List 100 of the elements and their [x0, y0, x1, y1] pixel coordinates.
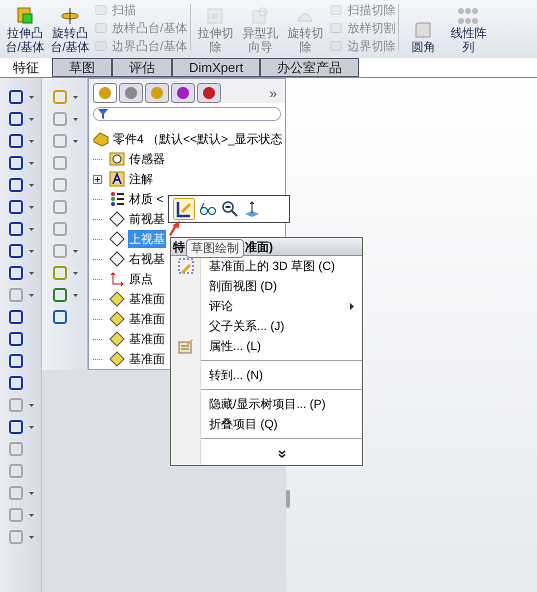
- menu-item[interactable]: 剖面视图 (D): [201, 276, 362, 296]
- dropdown-caret-icon[interactable]: [29, 536, 34, 538]
- expand-more-icon[interactable]: [278, 450, 286, 458]
- feature-icon: [94, 39, 108, 53]
- menu-item[interactable]: 父子关系... (J): [201, 316, 362, 336]
- tree-item[interactable]: 基准面: [128, 290, 166, 308]
- dropdown-caret-icon[interactable]: [29, 228, 34, 230]
- panel-splitter-handle[interactable]: [286, 490, 290, 508]
- tool-icon[interactable]: [7, 352, 25, 370]
- panel-tab-icon[interactable]: [145, 83, 169, 103]
- tree-item[interactable]: 基准面: [128, 350, 166, 368]
- menu-item[interactable]: 折叠项目 (Q): [201, 414, 362, 434]
- dropdown-caret-icon[interactable]: [29, 96, 34, 98]
- tree-item[interactable]: 基准面: [128, 330, 166, 348]
- feature-icon: [329, 3, 344, 17]
- dropdown-caret-icon[interactable]: [29, 514, 34, 516]
- dropdown-caret-icon[interactable]: [73, 294, 78, 296]
- dropdown-caret-icon[interactable]: [29, 492, 34, 494]
- panel-tab-icon[interactable]: [119, 83, 143, 103]
- dropdown-caret-icon[interactable]: [29, 140, 34, 142]
- dropdown-caret-icon[interactable]: [73, 140, 78, 142]
- dropdown-caret-icon[interactable]: [29, 272, 34, 274]
- fillet-icon: [413, 20, 434, 40]
- tree-item[interactable]: 传感器: [128, 150, 166, 168]
- menu-item[interactable]: 转到... (N): [201, 365, 362, 385]
- dropdown-caret-icon[interactable]: [73, 250, 78, 252]
- tree-item[interactable]: 前视基: [128, 210, 166, 228]
- tree-root-label[interactable]: 零件4 （默认<<默认>_显示状态: [113, 130, 283, 148]
- filter-field[interactable]: [93, 107, 281, 121]
- panel-tab-icon[interactable]: [93, 83, 117, 103]
- plane-icon: [109, 211, 125, 227]
- tool-icon[interactable]: [51, 308, 69, 326]
- ribbon-button[interactable]: 圆角: [402, 20, 444, 54]
- dropdown-caret-icon[interactable]: [29, 162, 34, 164]
- tool-icon[interactable]: [7, 110, 25, 128]
- ref-plane-icon: [109, 331, 125, 347]
- dropdown-caret-icon[interactable]: [29, 404, 34, 406]
- tool-icon[interactable]: [7, 198, 25, 216]
- dropdown-caret-icon[interactable]: [29, 250, 34, 252]
- dropdown-caret-icon[interactable]: [73, 118, 78, 120]
- ribbon-tab[interactable]: DimXpert: [172, 58, 260, 77]
- dropdown-caret-icon[interactable]: [73, 96, 78, 98]
- ribbon-button[interactable]: 拉伸凸台/基体: [4, 6, 46, 54]
- menu-item[interactable]: 隐藏/显示树项目... (P): [201, 394, 362, 414]
- tool-icon[interactable]: [7, 242, 25, 260]
- material-icon: [109, 191, 125, 207]
- tool-icon[interactable]: [7, 88, 25, 106]
- glasses-icon[interactable]: [199, 200, 217, 218]
- feature-icon: [94, 3, 108, 17]
- menu-item[interactable]: 评论: [201, 296, 362, 316]
- tool-icon[interactable]: [7, 176, 25, 194]
- tree-item[interactable]: 注解: [128, 170, 154, 188]
- feature-icon: [329, 21, 344, 35]
- dropdown-caret-icon[interactable]: [29, 118, 34, 120]
- revolve-boss-icon: [60, 6, 80, 26]
- menu-header-text: 特: [172, 238, 185, 256]
- tool-icon[interactable]: [7, 308, 25, 326]
- tool-icon[interactable]: [51, 286, 69, 304]
- ref-plane-icon: [109, 291, 125, 307]
- zoom-icon[interactable]: [221, 200, 239, 218]
- tool-icon[interactable]: [7, 154, 25, 172]
- normal-to-icon[interactable]: [243, 200, 261, 218]
- ribbon-button[interactable]: 线性阵列: [447, 6, 490, 54]
- menu-header-text: 准面): [245, 238, 273, 256]
- extrude-cut-icon: [205, 6, 226, 26]
- ribbon-tab[interactable]: 草图: [52, 58, 112, 77]
- pointer-arrow: [168, 220, 181, 236]
- sensor-icon: [109, 151, 125, 167]
- annotation-icon: [109, 171, 125, 187]
- tool-icon[interactable]: [7, 264, 25, 282]
- properties-icon: [178, 338, 194, 354]
- panel-tab-icon[interactable]: [171, 83, 195, 103]
- sketch-icon[interactable]: [173, 198, 195, 220]
- tool-icon[interactable]: [7, 330, 25, 348]
- tool-icon[interactable]: [7, 132, 25, 150]
- panel-tab-icon[interactable]: [197, 83, 221, 103]
- tree-item[interactable]: 原点: [128, 270, 154, 288]
- tool-icon[interactable]: [7, 418, 25, 436]
- menu-item[interactable]: 基准面上的 3D 草图 (C): [201, 256, 362, 276]
- tooltip: 草图绘制: [186, 239, 244, 258]
- plane-icon: [109, 231, 125, 247]
- expand-icon[interactable]: [92, 174, 102, 184]
- tool-icon[interactable]: [7, 220, 25, 238]
- tree-item[interactable]: 材质 <: [128, 190, 164, 208]
- dropdown-caret-icon[interactable]: [29, 184, 34, 186]
- dropdown-caret-icon[interactable]: [29, 206, 34, 208]
- dropdown-caret-icon[interactable]: [29, 294, 34, 296]
- tool-icon[interactable]: [7, 374, 25, 392]
- dropdown-caret-icon[interactable]: [29, 426, 34, 428]
- feature-icon: [94, 21, 108, 35]
- ribbon-tab[interactable]: 评估: [112, 58, 172, 77]
- feature-icon: [329, 39, 344, 53]
- more-tabs[interactable]: »: [269, 82, 281, 104]
- dropdown-caret-icon[interactable]: [73, 272, 78, 274]
- menu-item[interactable]: 属性... (L): [201, 336, 362, 356]
- ribbon-button[interactable]: 旋转凸台/基体: [49, 6, 91, 54]
- pattern-icon: [458, 6, 478, 26]
- tree-item[interactable]: 基准面: [128, 310, 166, 328]
- tree-item[interactable]: 右视基: [128, 250, 166, 268]
- ribbon-tab[interactable]: 办公室产品: [260, 58, 360, 77]
